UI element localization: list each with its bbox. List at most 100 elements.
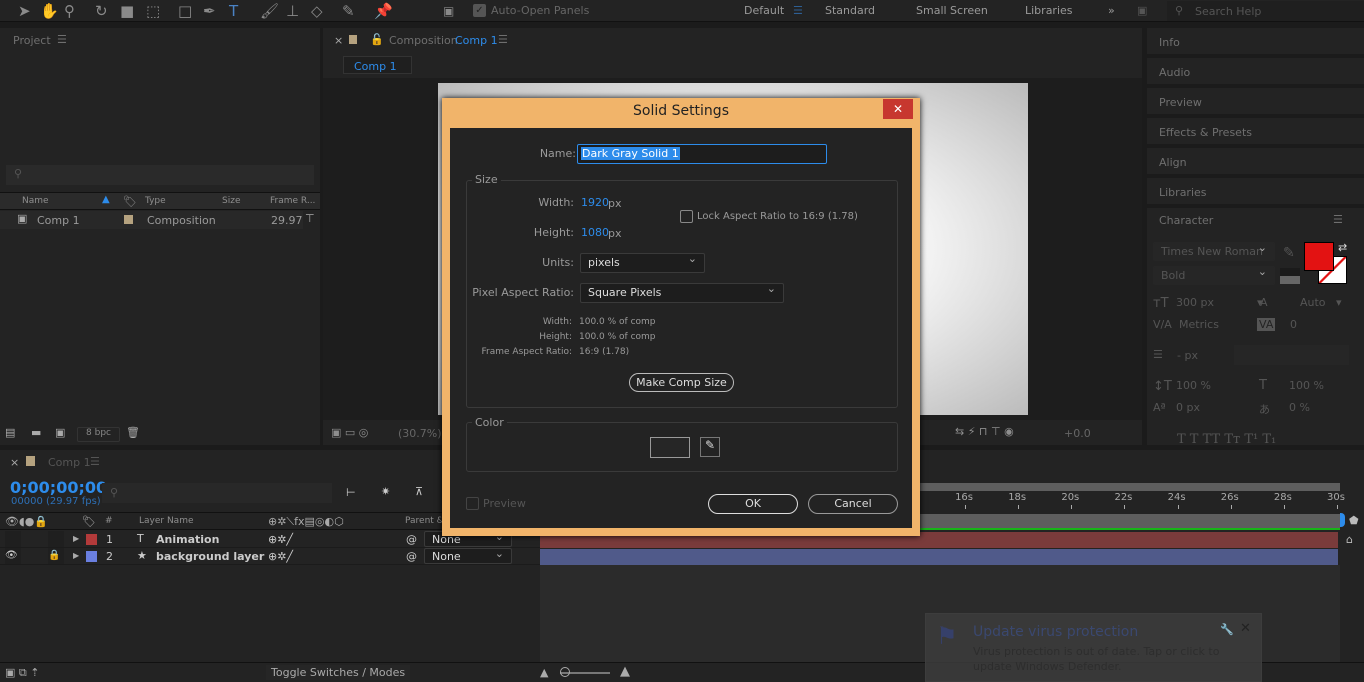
layer-label-swatch[interactable]: [86, 534, 97, 545]
panel-audio[interactable]: Audio: [1147, 58, 1364, 86]
name-input[interactable]: Dark Gray Solid 1: [577, 144, 827, 164]
pick-whip-icon[interactable]: @: [406, 533, 417, 546]
vertical-scale-value[interactable]: 100 %: [1176, 379, 1211, 392]
ok-button[interactable]: OK: [708, 494, 798, 514]
swap-colors-icon[interactable]: ⇄: [1338, 241, 1347, 254]
roto-brush-tool-icon[interactable]: ✎: [342, 2, 355, 20]
shy-layers-icon[interactable]: ⊼: [415, 485, 423, 498]
layer-name[interactable]: Animation: [156, 533, 219, 546]
workspace-small-screen[interactable]: Small Screen: [916, 4, 988, 17]
workspace-default[interactable]: Default: [744, 4, 784, 17]
visibility-toggle[interactable]: 👁: [5, 548, 21, 564]
windows-defender-notification[interactable]: ⚑ Update virus protection Virus protecti…: [925, 613, 1262, 682]
horizontal-scale-value[interactable]: 100 %: [1289, 379, 1324, 392]
rotate-tool-icon[interactable]: ↻: [95, 2, 108, 20]
panel-menu-icon[interactable]: ☰: [90, 455, 100, 468]
project-item[interactable]: ▣ Comp 1 Composition 29.97: [0, 211, 303, 229]
expand-arrow-icon[interactable]: ▶: [73, 551, 79, 560]
make-comp-size-button[interactable]: Make Comp Size: [629, 373, 734, 392]
hand-tool-icon[interactable]: ✋: [40, 2, 59, 20]
close-icon[interactable]: ×: [334, 34, 343, 47]
col-size[interactable]: Size: [222, 196, 240, 206]
trash-icon[interactable]: 🗑: [126, 426, 140, 439]
new-folder-icon[interactable]: ▬: [31, 426, 41, 439]
composition-flowchart-icon[interactable]: ⊢: [346, 486, 356, 499]
font-style-select[interactable]: Bold: [1153, 265, 1275, 285]
search-help-input[interactable]: ⚲ Search Help: [1167, 1, 1364, 21]
col-layer-name[interactable]: Layer Name: [139, 516, 194, 526]
workspace-libraries[interactable]: Libraries: [1025, 4, 1073, 17]
panel-menu-icon[interactable]: ☰: [1333, 213, 1343, 226]
pick-whip-icon[interactable]: @: [406, 550, 417, 563]
magnification[interactable]: (30.7%): [398, 427, 442, 440]
close-icon[interactable]: ✕: [1240, 621, 1251, 636]
interpret-footage-icon[interactable]: ▤: [5, 426, 15, 439]
tracking-value[interactable]: 0: [1290, 318, 1297, 331]
zoom-out-icon[interactable]: ▲: [540, 666, 548, 679]
zoom-in-icon[interactable]: ▲: [620, 664, 630, 679]
layer-search-input[interactable]: ⚲: [102, 483, 332, 503]
layer-row[interactable]: 👁 🔒 ▶ 2 ★ background layer ⊕✲╱ @ None: [0, 547, 540, 565]
layer-switches[interactable]: ⊕✲╱: [268, 533, 293, 546]
selection-tool-icon[interactable]: ➤: [18, 2, 31, 20]
bit-depth-button[interactable]: 8 bpc: [77, 427, 120, 442]
label-icon[interactable]: 🏷: [123, 195, 137, 208]
zoom-slider-handle[interactable]: [560, 667, 570, 677]
exposure-value[interactable]: +0.0: [1064, 427, 1091, 440]
panel-icon[interactable]: ▣: [443, 4, 454, 18]
layer-duration-bar[interactable]: [540, 549, 1338, 565]
close-icon[interactable]: ×: [10, 456, 19, 469]
sort-ascending-icon[interactable]: ▲: [102, 194, 110, 205]
panel-preview[interactable]: Preview: [1147, 88, 1364, 116]
tsume-value[interactable]: 0 %: [1289, 401, 1310, 414]
camera-tool-icon[interactable]: ■: [120, 2, 134, 20]
comp-button-icon[interactable]: ⌂: [1346, 533, 1353, 546]
workspace-standard[interactable]: Standard: [825, 4, 875, 17]
panel-menu-icon[interactable]: ☰: [498, 33, 508, 46]
auto-open-checkbox[interactable]: ✓: [473, 4, 486, 17]
toggle-switches-modes-button[interactable]: Toggle Switches / Modes: [266, 665, 411, 680]
preview-checkbox[interactable]: [466, 497, 479, 510]
layer-switches[interactable]: ⊕✲╱: [268, 550, 293, 563]
zoom-tool-icon[interactable]: ⚲: [64, 2, 75, 20]
sync-settings-icon[interactable]: ▣: [1137, 4, 1147, 17]
puppet-tool-icon[interactable]: 📌: [374, 2, 393, 20]
project-search-input[interactable]: ⚲: [6, 165, 314, 185]
panel-info[interactable]: Info: [1147, 28, 1364, 56]
draft-3d-icon[interactable]: ✷: [381, 485, 390, 498]
viewer-options-icon[interactable]: ▣ ▭ ◎: [331, 426, 368, 439]
width-value[interactable]: 1920: [581, 196, 609, 209]
viewer-tools-icon[interactable]: ⇆ ⚡ ⊓ ⊤ ◉: [955, 425, 1014, 438]
col-type[interactable]: Type: [145, 196, 166, 206]
new-composition-icon[interactable]: ▣: [55, 426, 65, 439]
panel-menu-icon[interactable]: ☰: [57, 33, 67, 46]
panel-effects-presets[interactable]: Effects & Presets: [1147, 118, 1364, 146]
leading-value[interactable]: Auto: [1300, 296, 1326, 309]
comp-marker-bin-icon[interactable]: ⬟: [1349, 514, 1359, 527]
brush-tool-icon[interactable]: 🖌: [260, 2, 279, 20]
color-swatch[interactable]: [650, 437, 690, 458]
more-workspaces-icon[interactable]: »: [1108, 4, 1115, 17]
type-tool-icon[interactable]: T: [229, 2, 238, 20]
clone-stamp-tool-icon[interactable]: ⊥: [286, 2, 299, 20]
font-size-value[interactable]: 300 px: [1176, 296, 1214, 309]
parent-select[interactable]: None: [424, 547, 512, 564]
lock-icon[interactable]: 🔓: [370, 33, 384, 46]
tab-comp-1[interactable]: Comp 1: [48, 456, 91, 469]
lock-toggle[interactable]: 🔒: [48, 548, 64, 564]
eraser-tool-icon[interactable]: ◇: [311, 2, 323, 20]
workspace-menu-icon[interactable]: ☰: [793, 4, 803, 17]
fill-color-swatch[interactable]: [1304, 242, 1334, 271]
pixel-aspect-ratio-select[interactable]: Square Pixels: [580, 282, 784, 303]
col-name[interactable]: Name: [22, 196, 49, 206]
units-select[interactable]: pixels: [580, 252, 705, 273]
height-value[interactable]: 1080: [581, 226, 609, 239]
eyedropper-icon[interactable]: ✎: [700, 437, 720, 457]
stroke-type-select[interactable]: [1234, 345, 1349, 365]
pan-behind-tool-icon[interactable]: ⬚: [146, 2, 160, 20]
rectangle-tool-icon[interactable]: □: [178, 2, 192, 20]
tab-comp-1[interactable]: Comp 1: [343, 56, 412, 74]
default-colors-icon[interactable]: [1280, 268, 1300, 284]
lock-aspect-checkbox[interactable]: [680, 210, 693, 223]
eyedropper-icon[interactable]: ✎: [1283, 245, 1295, 261]
